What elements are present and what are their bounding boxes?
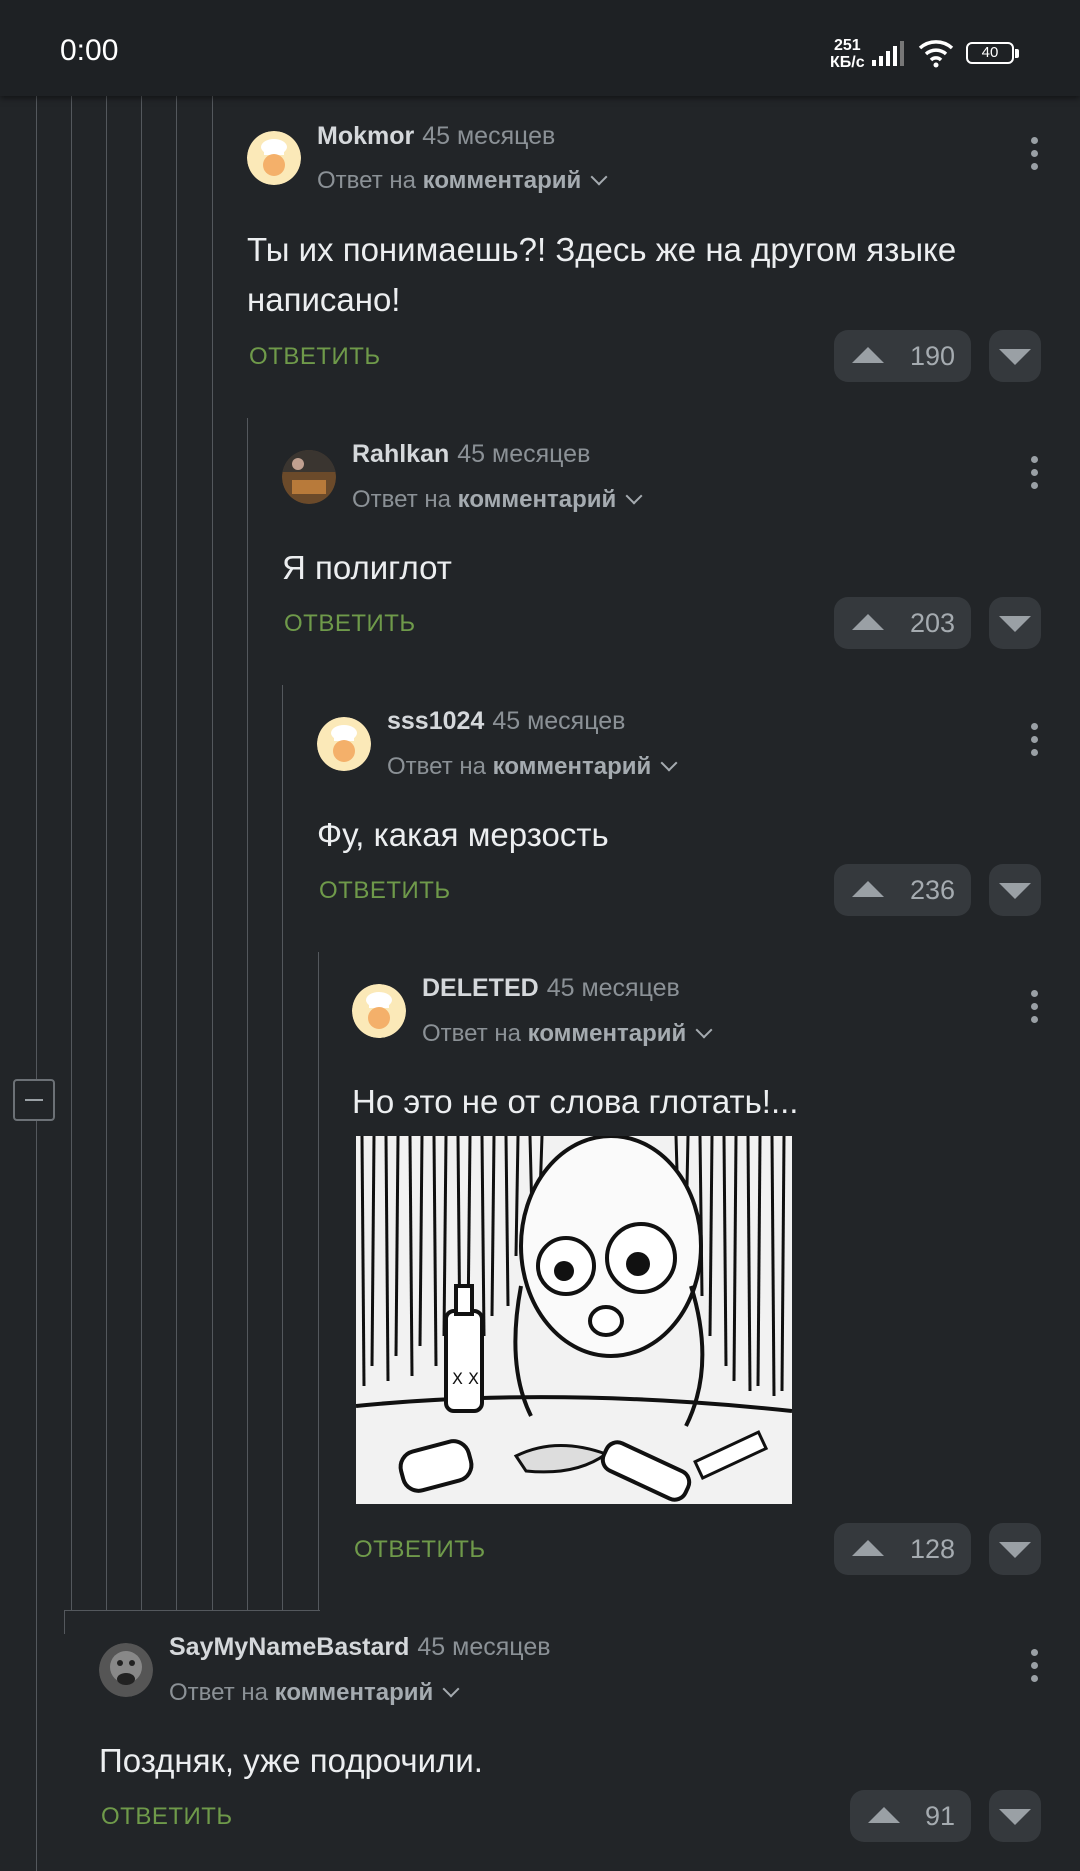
downvote-button[interactable]: [989, 1790, 1041, 1842]
chevron-down-icon: [442, 1680, 460, 1698]
downvote-button[interactable]: [989, 597, 1041, 649]
chef-avatar-icon: [317, 717, 371, 771]
upvote-button[interactable]: 203: [834, 597, 971, 649]
arrow-up-icon: [852, 881, 884, 897]
chef-avatar-icon: [352, 984, 406, 1038]
chevron-down-icon: [660, 754, 678, 772]
author-name[interactable]: sss1024: [387, 707, 484, 735]
downvote-button[interactable]: [989, 330, 1041, 382]
comment-time: 45 месяцев: [546, 974, 680, 1002]
status-time: 0:00: [60, 34, 119, 67]
comment-time: 45 месяцев: [422, 122, 556, 150]
arrow-down-icon: [999, 349, 1031, 365]
wifi-icon: [918, 40, 954, 68]
comment-text: Фу, какая мерзость: [317, 816, 609, 853]
meme-drawing: X X: [356, 1136, 792, 1504]
collapse-thread-button[interactable]: [13, 1079, 55, 1121]
reply-to[interactable]: Ответ на комментарий: [387, 753, 678, 781]
downvote-button[interactable]: [989, 1523, 1041, 1575]
reply-to[interactable]: Ответ на комментарий: [317, 167, 608, 195]
arrow-down-icon: [999, 1809, 1031, 1825]
network-speed-value: 251: [833, 37, 861, 54]
more-menu-icon[interactable]: [1029, 1649, 1039, 1689]
chevron-down-icon: [625, 487, 643, 505]
arrow-up-icon: [852, 1540, 884, 1556]
vote-count: 236: [909, 875, 955, 905]
comment-time: 45 месяцев: [492, 707, 626, 735]
battery-icon: 40: [966, 42, 1019, 64]
avatar[interactable]: [282, 450, 336, 504]
downvote-button[interactable]: [989, 864, 1041, 916]
author-name[interactable]: SayMyNameBastard: [169, 1633, 409, 1661]
comment-image[interactable]: X X: [356, 1136, 792, 1504]
comment-text: Ты их понимаешь?! Здесь же на другом язы…: [247, 231, 957, 318]
comment-text: Но это не от слова глотать!...: [352, 1083, 799, 1120]
vote-count: 91: [924, 1801, 955, 1831]
author-name[interactable]: Mokmor: [317, 122, 414, 150]
arrow-up-icon: [852, 347, 884, 363]
reply-button[interactable]: ОТВЕТИТЬ: [284, 610, 416, 638]
upvote-button[interactable]: 236: [834, 864, 971, 916]
author-name[interactable]: DELETED: [422, 974, 539, 1002]
chevron-down-icon: [590, 168, 608, 186]
avatar[interactable]: [99, 1643, 153, 1697]
more-menu-icon[interactable]: [1029, 137, 1039, 177]
reply-button[interactable]: ОТВЕТИТЬ: [249, 343, 381, 371]
upvote-button[interactable]: 128: [834, 1523, 971, 1575]
arrow-up-icon: [868, 1807, 900, 1823]
avatar[interactable]: [317, 717, 371, 771]
upvote-button[interactable]: 91: [850, 1790, 971, 1842]
author-name[interactable]: Rahlkan: [352, 440, 449, 468]
arrow-up-icon: [852, 614, 884, 630]
vote-count: 128: [909, 1534, 955, 1564]
vote-count: 203: [909, 608, 955, 638]
bottle-label: X X: [452, 1369, 479, 1388]
network-speed-unit: КБ/с: [830, 54, 865, 71]
comment-time: 45 месяцев: [457, 440, 591, 468]
reply-button[interactable]: ОТВЕТИТЬ: [354, 1536, 486, 1564]
avatar[interactable]: [352, 984, 406, 1038]
vote-count: 190: [909, 341, 955, 371]
arrow-down-icon: [999, 616, 1031, 632]
reply-to[interactable]: Ответ на комментарий: [422, 1020, 713, 1048]
more-menu-icon[interactable]: [1029, 990, 1039, 1030]
chevron-down-icon: [695, 1021, 713, 1039]
comment-text: Поздняк, уже подрочили.: [99, 1742, 483, 1779]
reply-button[interactable]: ОТВЕТИТЬ: [319, 877, 451, 905]
chef-avatar-icon: [247, 131, 301, 185]
status-bar: 0:00 251 КБ/с 40: [0, 0, 1080, 96]
more-menu-icon[interactable]: [1029, 456, 1039, 496]
reply-to[interactable]: Ответ на комментарий: [352, 486, 643, 514]
signal-icon: [872, 41, 904, 66]
comment-time: 45 месяцев: [417, 1633, 551, 1661]
upvote-button[interactable]: 190: [834, 330, 971, 382]
photo-avatar-icon: [99, 1643, 153, 1697]
arrow-down-icon: [999, 1542, 1031, 1558]
arrow-down-icon: [999, 883, 1031, 899]
network-speed: 251 КБ/с: [830, 37, 865, 71]
more-menu-icon[interactable]: [1029, 723, 1039, 763]
reply-to[interactable]: Ответ на комментарий: [169, 1679, 460, 1707]
reply-button[interactable]: ОТВЕТИТЬ: [101, 1803, 233, 1831]
photo-avatar-icon: [282, 450, 336, 504]
avatar[interactable]: [247, 131, 301, 185]
comment-text: Я полиглот: [282, 549, 452, 586]
